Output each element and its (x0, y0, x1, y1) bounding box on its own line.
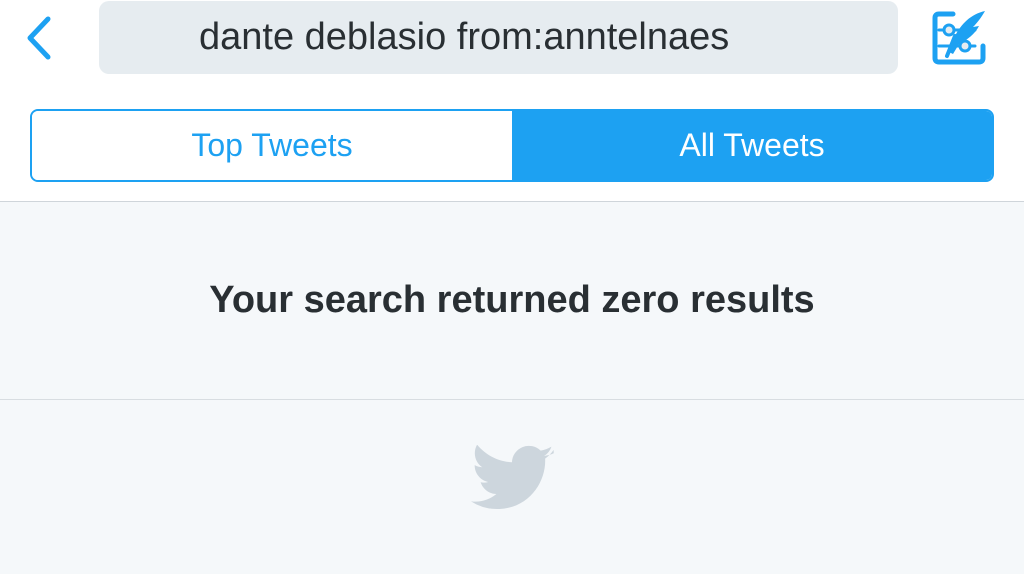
top-bar: dante deblasio from:anntelnaes Top Tweet… (0, 0, 1024, 202)
compose-tweet-icon (932, 11, 986, 65)
search-query-text[interactable]: dante deblasio from:anntelnaes (199, 1, 799, 74)
twitter-bird-icon (471, 445, 554, 510)
tab-top-tweets[interactable]: Top Tweets (32, 111, 512, 180)
compose-button[interactable] (925, 4, 995, 70)
tab-all-tweets[interactable]: All Tweets (512, 111, 992, 180)
chevron-left-icon (27, 16, 51, 60)
tweet-type-tabs: Top Tweets All Tweets (30, 109, 994, 182)
back-button[interactable] (14, 10, 64, 66)
search-field[interactable]: dante deblasio from:anntelnaes (99, 1, 977, 74)
empty-results-message: Your search returned zero results (0, 202, 1024, 400)
